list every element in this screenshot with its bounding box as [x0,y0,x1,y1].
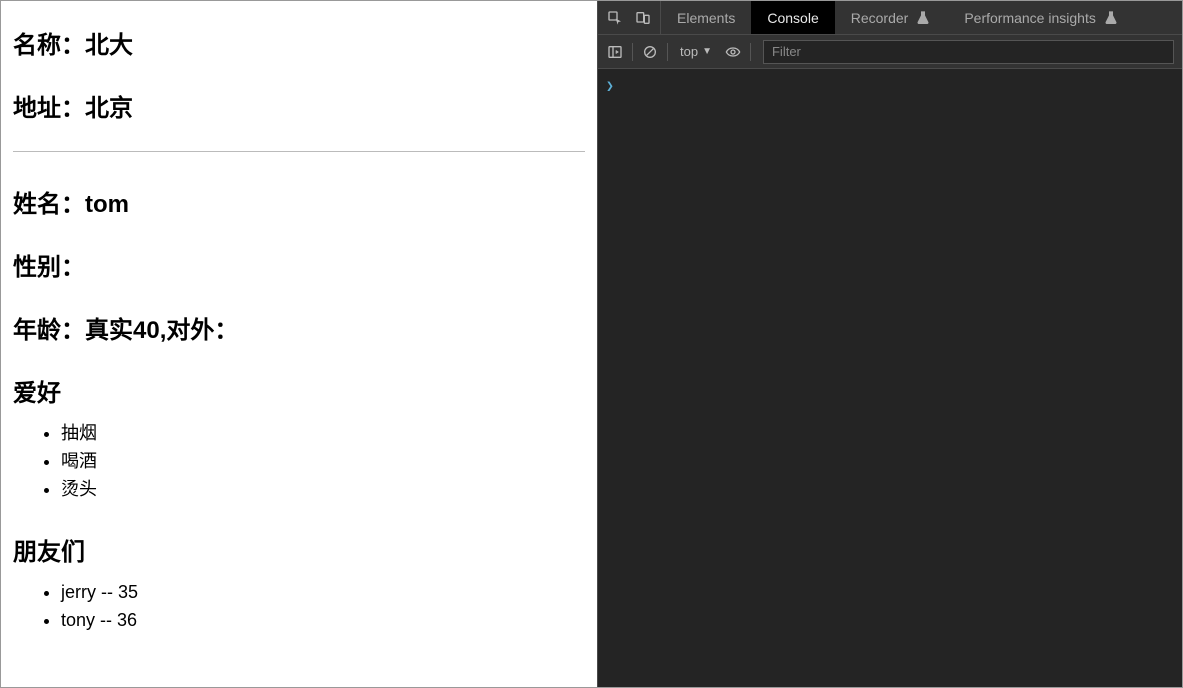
separator [632,43,633,61]
hobby-heading: 爱好 [13,373,585,408]
chevron-down-icon: ▼ [702,46,712,57]
person-gender: 性别： [13,247,585,282]
school-name: 名称：北大 [13,25,585,60]
list-item: tony -- 36 [61,607,585,635]
hobby-list: 抽烟 喝酒 烫头 [13,420,585,504]
flask-icon [914,9,932,27]
divider [13,151,585,152]
page-content: 名称：北大 地址：北京 姓名：tom 性别： 年龄：真实40,对外： 爱好 抽烟… [1,1,597,687]
tab-label: Elements [677,10,735,26]
inspect-element-icon[interactable] [606,9,624,27]
list-item: jerry -- 35 [61,579,585,607]
tab-label: Performance insights [964,10,1096,26]
devtools-panel: Elements Console Recorder Performance in… [597,1,1182,687]
filter-input[interactable] [772,44,1165,59]
clear-console-icon[interactable] [641,43,659,61]
list-item: 烫头 [61,476,585,504]
tab-console[interactable]: Console [751,1,834,34]
context-label: top [680,44,698,59]
context-selector[interactable]: top ▼ [676,44,716,59]
tab-recorder[interactable]: Recorder [835,1,949,34]
console-sidebar-toggle-icon[interactable] [606,43,624,61]
device-toggle-icon[interactable] [634,9,652,27]
school-address: 地址：北京 [13,88,585,123]
friends-heading: 朋友们 [13,532,585,567]
devtools-tab-bar: Elements Console Recorder Performance in… [598,1,1182,35]
separator [750,43,751,61]
console-body[interactable]: ❯ [598,69,1182,687]
console-toolbar: top ▼ [598,35,1182,69]
tab-performance-insights[interactable]: Performance insights [948,1,1136,34]
tab-label: Recorder [851,10,909,26]
live-expression-icon[interactable] [724,43,742,61]
tab-elements[interactable]: Elements [661,1,751,34]
separator [667,43,668,61]
filter-wrap [763,40,1174,64]
friends-list: jerry -- 35 tony -- 36 [13,579,585,635]
person-name: 姓名：tom [13,184,585,219]
person-age: 年龄：真实40,对外： [13,310,585,345]
tab-label: Console [767,10,818,26]
flask-icon [1102,9,1120,27]
console-prompt-icon: ❯ [606,79,614,94]
list-item: 喝酒 [61,448,585,476]
devtools-icon-group [598,1,661,34]
list-item: 抽烟 [61,420,585,448]
